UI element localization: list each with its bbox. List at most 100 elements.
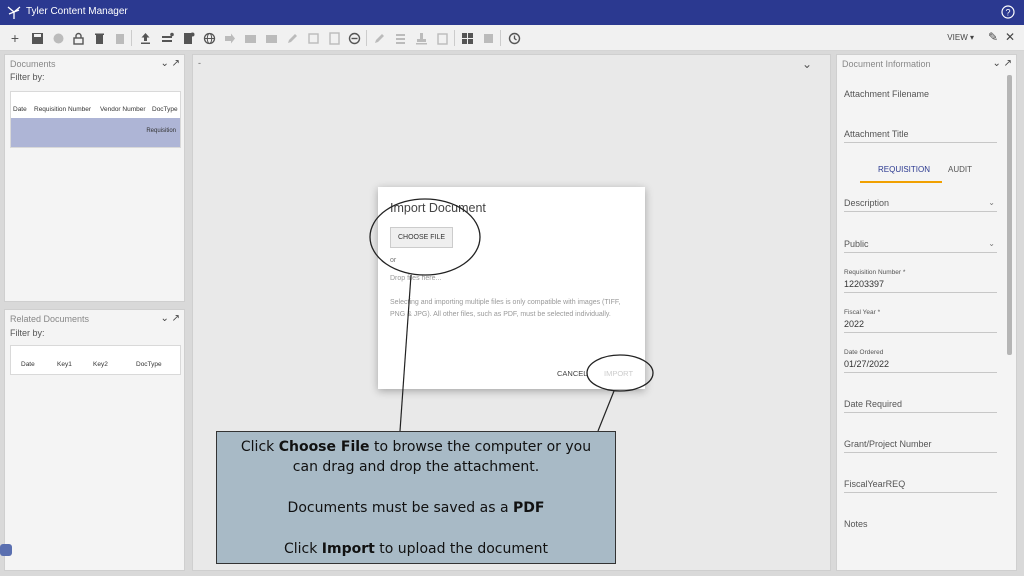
expand-icon[interactable]: ↗: [172, 58, 180, 69]
documents-panel-title: Documents: [10, 59, 56, 69]
web-icon[interactable]: [202, 31, 216, 45]
choose-file-button[interactable]: CHOOSE FILE: [390, 227, 453, 248]
brush-icon[interactable]: ✎: [988, 30, 998, 44]
expand-icon[interactable]: ↗: [1004, 58, 1012, 69]
tab-audit[interactable]: AUDIT: [948, 165, 972, 174]
panel-controls[interactable]: ⌄ ↗: [992, 58, 1012, 69]
documents-filter-label: Filter by:: [10, 72, 45, 82]
callout-line: can drag and drop the attachment.: [292, 459, 540, 475]
related-panel-title: Related Documents: [10, 314, 90, 324]
add-icon[interactable]: +: [8, 30, 22, 46]
column-header[interactable]: Key2: [93, 361, 108, 368]
grid-icon[interactable]: [460, 31, 474, 45]
or-text: or: [390, 257, 397, 264]
field-label: Requisition Number *: [844, 269, 906, 276]
viewer-breadcrumb: -: [198, 58, 201, 68]
column-header[interactable]: Key1: [57, 361, 72, 368]
toolbar-divider: [131, 30, 132, 46]
stamp-icon[interactable]: [414, 31, 428, 45]
scan-icon[interactable]: [160, 31, 174, 45]
expand-icon[interactable]: ↗: [172, 313, 180, 324]
copy-icon[interactable]: [112, 31, 126, 45]
instruction-callout: Click Choose File to browse the computer…: [216, 431, 616, 564]
chevron-down-icon[interactable]: ⌄: [160, 58, 168, 69]
remove-icon[interactable]: [347, 31, 361, 45]
chevron-down-icon[interactable]: ⌄: [160, 313, 168, 324]
field-label: Description: [844, 198, 890, 208]
forward-icon[interactable]: [222, 31, 236, 45]
date-required-field[interactable]: Date Required: [844, 398, 997, 413]
toolbar-divider: [454, 30, 455, 46]
grant-project-field[interactable]: Grant/Project Number: [844, 438, 997, 453]
cancel-button[interactable]: CANCEL: [557, 369, 587, 378]
drop-zone[interactable]: Drop files here...: [390, 275, 441, 282]
attachment-filename-field[interactable]: Attachment Filename: [844, 87, 997, 103]
field-label: Public: [844, 239, 869, 249]
notes-field[interactable]: Notes: [844, 518, 997, 533]
requisition-number-field[interactable]: Requisition Number * 12203397: [844, 269, 997, 293]
column-header[interactable]: DocType: [152, 106, 178, 113]
callout-text: Documents must be saved as a: [287, 500, 513, 516]
toolbar-divider: [366, 30, 367, 46]
globe-lock-icon[interactable]: [51, 31, 65, 45]
upload-icon[interactable]: [138, 31, 152, 45]
documents-panel: Documents ⌄ ↗ Filter by: Date Requisitio…: [4, 54, 185, 302]
help-icon[interactable]: ?: [1001, 5, 1015, 19]
lock-icon[interactable]: [71, 31, 85, 45]
column-header[interactable]: Vendor Number: [100, 106, 146, 113]
description-select[interactable]: Description ⌄: [844, 197, 997, 212]
view-menu-button[interactable]: VIEW ▾: [947, 33, 974, 42]
column-header[interactable]: Date: [13, 106, 27, 113]
field-value: 12203397: [844, 279, 885, 289]
delete-icon[interactable]: [92, 31, 106, 45]
chevron-down-icon[interactable]: ⌄: [992, 58, 1000, 69]
field-label: Fiscal Year *: [844, 309, 881, 316]
fiscal-year-field[interactable]: Fiscal Year * 2022: [844, 309, 997, 333]
title-bar: Tyler Content Manager ?: [0, 0, 1024, 25]
email-icon[interactable]: [243, 31, 257, 45]
documents-grid: Date Requisition Number Vendor Number Do…: [10, 91, 181, 148]
save-icon[interactable]: [30, 31, 44, 45]
panel-controls[interactable]: ⌄ ↗: [160, 58, 180, 69]
callout-text: to browse the computer or you: [369, 439, 592, 455]
chat-icon[interactable]: [0, 544, 12, 556]
callout-bold: Choose File: [278, 439, 370, 455]
callout-text: Click: [283, 541, 322, 557]
svg-text:?: ?: [1005, 8, 1010, 18]
info-panel-title: Document Information: [842, 59, 931, 69]
related-filter-label: Filter by:: [10, 328, 45, 338]
related-grid: Date Key1 Key2 DocType: [10, 345, 181, 375]
panel-controls[interactable]: ⌄ ↗: [160, 313, 180, 324]
clipboard-icon[interactable]: [435, 31, 449, 45]
public-select[interactable]: Public ⌄: [844, 238, 997, 253]
document-add-icon[interactable]: [181, 31, 195, 45]
chevron-down-icon[interactable]: ⌄: [802, 57, 812, 71]
app-title: Tyler Content Manager: [26, 6, 128, 17]
callout-text: to upload the document: [374, 541, 548, 557]
toolbar: + VIEW ▾ ✎ ✕: [0, 25, 1024, 51]
crop-icon[interactable]: [306, 31, 320, 45]
date-ordered-field[interactable]: Date Ordered 01/27/2022: [844, 349, 997, 373]
list-icon[interactable]: [393, 31, 407, 45]
import-button[interactable]: IMPORT: [604, 369, 633, 378]
table-row[interactable]: Requisition: [11, 118, 180, 147]
edit-icon[interactable]: [285, 31, 299, 45]
annotate-icon[interactable]: [372, 31, 386, 45]
view-label: VIEW: [947, 33, 968, 42]
column-header[interactable]: Requisition Number: [34, 106, 91, 113]
row-doctype: Requisition: [146, 128, 176, 134]
email-attach-icon[interactable]: [264, 31, 278, 45]
page-icon[interactable]: [327, 31, 341, 45]
tab-requisition[interactable]: REQUISITION: [878, 165, 930, 174]
attachment-title-field[interactable]: Attachment Title: [844, 127, 997, 143]
scrollbar[interactable]: [1007, 75, 1012, 355]
callout-line: Click Import to upload the document: [217, 541, 615, 557]
close-icon[interactable]: ✕: [1005, 30, 1015, 44]
fiscal-year-req-field[interactable]: FiscalYearREQ: [844, 478, 997, 493]
field-value: 2022: [844, 319, 865, 329]
puzzle-icon[interactable]: [481, 31, 495, 45]
app-logo-icon: [7, 6, 21, 19]
column-header[interactable]: DocType: [136, 361, 162, 368]
history-icon[interactable]: [507, 31, 521, 45]
column-header[interactable]: Date: [21, 361, 35, 368]
